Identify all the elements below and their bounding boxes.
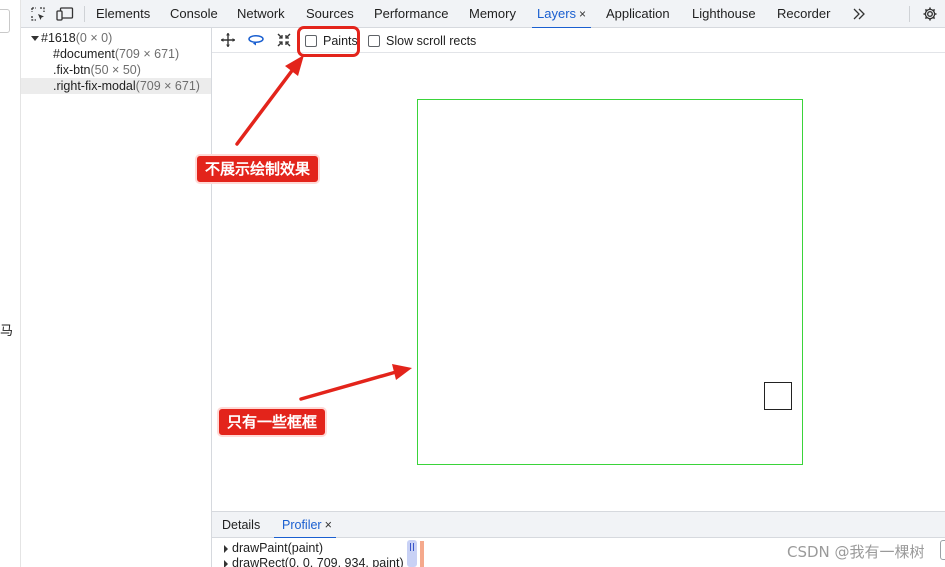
close-tab-icon[interactable]: ×	[579, 7, 586, 21]
layer-tree: #1618(0 × 0) #document(709 × 671) .fix-b…	[21, 28, 212, 567]
gear-icon[interactable]	[921, 5, 939, 23]
callout-only-boxes: 只有一些框框	[217, 407, 328, 437]
tab-console[interactable]: Console	[170, 0, 218, 28]
tree-row-right-fix-modal[interactable]: .right-fix-modal(709 × 671)	[21, 78, 211, 94]
toolbar-divider	[84, 6, 85, 22]
chevrons-right-icon[interactable]	[850, 5, 868, 23]
list-item[interactable]: drawPaint(paint)	[224, 541, 323, 556]
reset-transform-icon[interactable]	[275, 32, 293, 48]
slow-scroll-checkbox[interactable]: Slow scroll rects	[368, 34, 476, 48]
tab-recorder[interactable]: Recorder	[777, 0, 830, 28]
profiler-range-handle[interactable]	[407, 540, 417, 567]
tab-sources[interactable]: Sources	[306, 0, 354, 28]
device-toolbar-icon[interactable]	[56, 5, 74, 23]
tree-row-root[interactable]: #1618(0 × 0)	[21, 30, 211, 46]
page-content-strip: ​马	[0, 0, 21, 567]
profiler-frame-box	[940, 540, 945, 560]
inspect-element-icon[interactable]	[29, 5, 47, 23]
devtools-tabbar: Elements Console Network Sources Perform…	[21, 0, 945, 29]
tab-profiler[interactable]: Profiler ×	[274, 512, 336, 539]
slow-scroll-label: Slow scroll rects	[386, 34, 477, 48]
tab-performance[interactable]: Performance	[374, 0, 448, 28]
watermark: CSDN @我有一棵树	[787, 543, 925, 561]
fix-btn-layer-outline[interactable]	[764, 382, 792, 410]
tab-lighthouse[interactable]: Lighthouse	[692, 0, 756, 28]
expand-caret-icon[interactable]	[224, 559, 228, 567]
pan-mode-icon[interactable]	[219, 32, 237, 48]
expand-caret-icon[interactable]	[31, 35, 39, 41]
tree-row-fix-btn[interactable]: .fix-btn(50 × 50)	[21, 62, 211, 78]
layer-outline[interactable]	[417, 99, 803, 465]
tab-details[interactable]: Details	[222, 512, 260, 538]
tab-application[interactable]: Application	[606, 0, 670, 28]
tree-row-document[interactable]: #document(709 × 671)	[21, 46, 211, 62]
grip-icon	[410, 543, 414, 551]
list-item[interactable]: drawRect(0, 0, 709, 934, paint)	[224, 556, 404, 567]
tab-elements[interactable]: Elements	[96, 0, 150, 28]
callout-no-paints: 不展示绘制效果	[195, 154, 321, 184]
paints-highlight-annotation	[297, 26, 360, 57]
layers-viewport[interactable]	[212, 54, 945, 511]
close-tab-icon[interactable]: ×	[325, 518, 332, 532]
tab-network[interactable]: Network	[237, 0, 285, 28]
profiler-timeline-strip	[420, 541, 424, 567]
tab-memory[interactable]: Memory	[469, 0, 516, 28]
tab-layers[interactable]: Layers ×	[531, 0, 592, 29]
bottom-panel-tabs: Details Profiler ×	[212, 511, 945, 539]
slow-scroll-checkbox-box[interactable]	[368, 35, 380, 47]
page-text-fragment: ​马	[0, 323, 14, 338]
expand-caret-icon[interactable]	[224, 544, 228, 553]
page-input-fragment[interactable]	[0, 9, 10, 33]
toolbar-divider	[909, 6, 910, 22]
rotate-mode-icon[interactable]	[247, 32, 265, 48]
